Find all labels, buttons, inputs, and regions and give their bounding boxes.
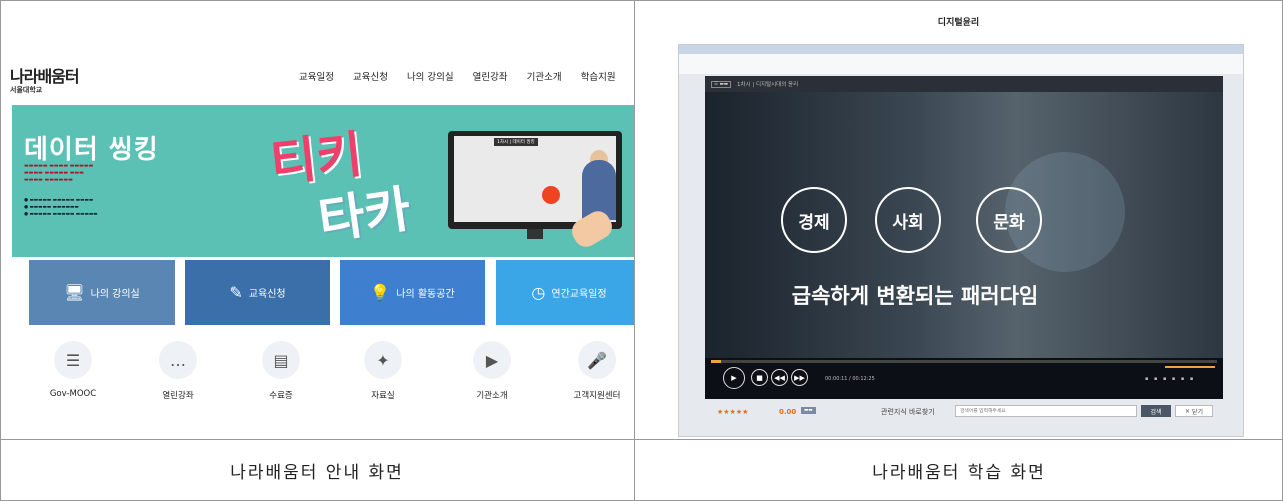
quick-link-library[interactable]: ✦ 자료실 [333,341,433,401]
player-frame: ☰ ▬▬ 1차시 | 디지털시대의 윤리 경제 사회 문화 급속하게 변환되는 … [678,44,1244,437]
close-button[interactable]: × 닫기 [1175,405,1213,417]
nav-item-my-classroom[interactable]: 나의 강의실 [407,69,454,83]
chat-icon: … [159,341,197,379]
lightbulb-icon: ✦ [364,341,402,379]
red-ball-icon [542,186,560,204]
stop-icon[interactable]: ■ [751,369,768,386]
tile-apply[interactable]: ✎ 교육신청 [185,260,330,325]
frame-header [679,54,1243,74]
banner-points: ● ▬▬▬▬▬ ▬▬▬▬▬ ▬▬▬▬ ● ▬▬▬▬▬ ▬▬▬▬▬▬ ● ▬▬▬▬▬ … [24,198,98,217]
tile-label: 연간교육일정 [551,289,607,300]
circle-society: 사회 [875,187,941,253]
play-icon[interactable]: ▶ [723,367,745,389]
close-label: 닫기 [1191,408,1203,416]
clock-icon: ◷ [531,283,546,302]
books-icon: ☰ [54,341,92,379]
pen-icon: ✎ [229,283,243,302]
caption-learning-screen: 나라배움터 학습 화면 [872,462,1046,483]
tile-activity-space[interactable]: 💡 나의 활동공간 [340,260,485,325]
tile-label: 나의 강의실 [90,289,140,300]
nav-item-about[interactable]: 기관소개 [527,69,562,83]
quick-link-about[interactable]: ▶ 기관소개 [442,341,542,401]
quick-link-label: 자료실 [371,391,395,401]
lightbulb-icon: 💡 [370,283,391,302]
page-title: 디지털윤리 [937,18,980,28]
quick-link-label: 기관소개 [476,391,508,401]
speed-options[interactable]: ▪ ▪ ▪ ▪ ▪ ▪ [1145,376,1193,382]
quick-link-certificate[interactable]: ▤ 수료증 [231,341,331,401]
quick-link-label: 열린강좌 [162,391,194,401]
nav-item-support[interactable]: 학습지원 [581,69,616,83]
fast-forward-icon[interactable]: ▶▶ [791,369,808,386]
player-footer: ★★★★★ 0.00 ▬▬ 관련지식 바로찾기 검색 × 닫기 [705,405,1223,419]
quick-link-gov-mooc[interactable]: ☰ Gov-MOOC [23,341,123,399]
circle-culture: 문화 [976,187,1042,253]
player-controls: ▶ ■ ◀◀ ▶▶ 00:00:11 / 00:12:25 ▪ ▪ ▪ ▪ ▪ … [705,358,1223,399]
main-nav: 교육일정 교육신청 나의 강의실 열린강좌 기관소개 학습지원 [299,69,634,83]
video-headline: 급속하게 변환되는 패러다임 [791,284,1039,308]
site-logo-sub: 서울대학교 [10,86,43,94]
player-header: ☰ ▬▬ 1차시 | 디지털시대의 윤리 [705,76,1223,92]
rating-stars[interactable]: ★★★★★ [717,408,748,416]
rate-button[interactable]: ▬▬ [801,407,816,414]
video-area[interactable]: 경제 사회 문화 급속하게 변환되는 패러다임 [705,92,1223,358]
circle-economy: 경제 [781,187,847,253]
quick-link-label: Gov-MOOC [49,389,97,399]
banner-description: ▬▬▬▬▬ ▬▬▬▬ ▬▬▬▬▬ ▬▬▬▬ ▬▬▬▬▬ ▬▬▬ ▬▬▬▬ ▬▬▬▬▬… [24,163,94,183]
close-icon: × [1185,407,1192,415]
time-readout: 00:00:11 / 00:12:25 [825,376,875,382]
certificate-icon: ▤ [262,341,300,379]
search-label: 관련지식 바로찾기 [881,408,935,416]
progress-fill [711,360,722,363]
monitor-header: 1차시 | 데이터 씽킹 [494,138,538,146]
quick-link-support[interactable]: 🎤 고객지원센터 [547,341,634,401]
tile-label: 나의 활동공간 [396,289,455,300]
volume-slider[interactable] [1165,366,1215,368]
microphone-icon: 🎤 [578,341,616,379]
frame-topbar [679,45,1243,54]
learning-screen: 디지털윤리 ☰ ▬▬ 1차시 | 디지털시대의 윤리 경제 사회 문화 급속하게… [635,1,1282,439]
search-button[interactable]: 검색 [1141,405,1171,417]
nav-item-schedule[interactable]: 교육일정 [299,69,334,83]
promo-banner[interactable]: 데이터 씽킹 ▬▬▬▬▬ ▬▬▬▬ ▬▬▬▬▬ ▬▬▬▬ ▬▬▬▬▬ ▬▬▬ ▬▬▬… [12,105,634,257]
nav-item-open-course[interactable]: 열린강좌 [473,69,508,83]
video-icon: ▶ [473,341,511,379]
lesson-list-icon[interactable]: ☰ ▬▬ [711,80,731,88]
monitor-stand [527,229,543,239]
tile-my-classroom[interactable]: 🖥 나의 강의실 [29,260,175,325]
tile-annual-schedule[interactable]: ◷ 연간교육일정 [496,260,634,325]
rating-score: 0.00 [779,408,797,416]
quick-link-label: 고객지원센터 [573,391,621,401]
rewind-icon[interactable]: ◀◀ [771,369,788,386]
quick-link-open-course[interactable]: … 열린강좌 [128,341,228,401]
caption-guide-screen: 나라배움터 안내 화면 [230,462,404,483]
lesson-title: 1차시 | 디지털시대의 윤리 [736,82,799,88]
nav-item-apply[interactable]: 교육신청 [353,69,388,83]
tile-label: 교육신청 [248,289,286,300]
site-logo[interactable]: 나라배움터 [10,63,80,87]
progress-bar[interactable] [711,360,1217,363]
monitor-screen: 1차시 | 데이터 씽킹 [454,136,616,222]
video-player: ☰ ▬▬ 1차시 | 디지털시대의 윤리 경제 사회 문화 급속하게 변환되는 … [705,76,1223,399]
search-input[interactable] [955,405,1137,417]
monitor-icon: 🖥 [64,283,85,302]
quick-link-label: 수료증 [269,391,293,401]
banner-title: 데이터 씽킹 [24,135,159,165]
guide-screen: 나라배움터 서울대학교 교육일정 교육신청 나의 강의실 열린강좌 기관소개 학… [1,1,634,439]
banner-big-text-taka: 타카 [314,179,415,251]
